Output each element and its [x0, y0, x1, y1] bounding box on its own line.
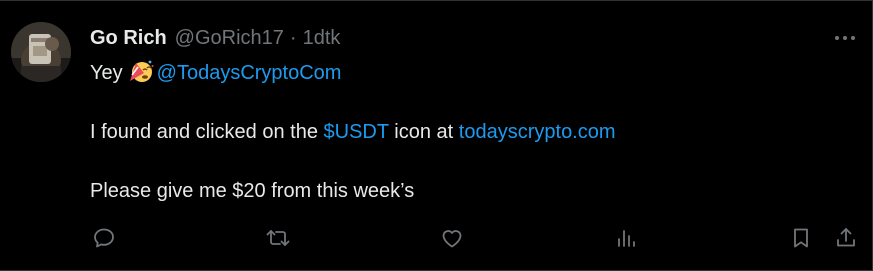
avatar[interactable]: [11, 22, 71, 82]
line2-middle: icon at: [394, 121, 454, 143]
greeting-text: Yey: [90, 62, 123, 84]
views-icon: [618, 230, 635, 247]
site-link[interactable]: todayscrypto.com: [459, 121, 616, 143]
author-handle[interactable]: @GoRich17: [175, 27, 284, 50]
bookmark-button[interactable]: [786, 223, 816, 253]
like-button[interactable]: [437, 223, 467, 253]
cashtag-link[interactable]: $USDT: [324, 121, 389, 143]
tweet-text-line-1: Yey @TodaysCryptoCom: [90, 59, 341, 86]
partying-face-emoji: [128, 59, 154, 83]
avatar-image: [11, 22, 71, 82]
more-dots-icon: [835, 36, 855, 40]
action-bar: [0, 223, 873, 257]
tweet-text-line-2: I found and clicked on the $USDT icon at…: [90, 119, 616, 145]
line2-prefix: I found and clicked on the: [90, 121, 318, 143]
tweet-header: Go Rich @GoRich17 · 1dtk: [90, 25, 340, 51]
author-name[interactable]: Go Rich: [90, 27, 167, 50]
mention-link[interactable]: @TodaysCryptoCom: [157, 62, 342, 84]
bookmark-icon: [794, 228, 808, 248]
timestamp[interactable]: 1dtk: [303, 27, 341, 50]
line3-text: Please give me $20 from this week’s: [90, 180, 415, 202]
like-icon: [442, 230, 462, 248]
repost-button[interactable]: [263, 223, 293, 253]
views-button[interactable]: [611, 223, 641, 253]
reply-icon: [94, 228, 114, 248]
separator-dot: ·: [289, 26, 297, 49]
more-options-button[interactable]: [832, 28, 858, 48]
tweet-card[interactable]: Go Rich @GoRich17 · 1dtk Yey @TodaysCryp…: [0, 0, 873, 271]
share-icon: [837, 228, 855, 247]
repost-icon: [266, 230, 290, 246]
share-button[interactable]: [831, 223, 861, 253]
tweet-text-line-3: Please give me $20 from this week’s: [90, 178, 414, 204]
reply-button[interactable]: [89, 223, 119, 253]
